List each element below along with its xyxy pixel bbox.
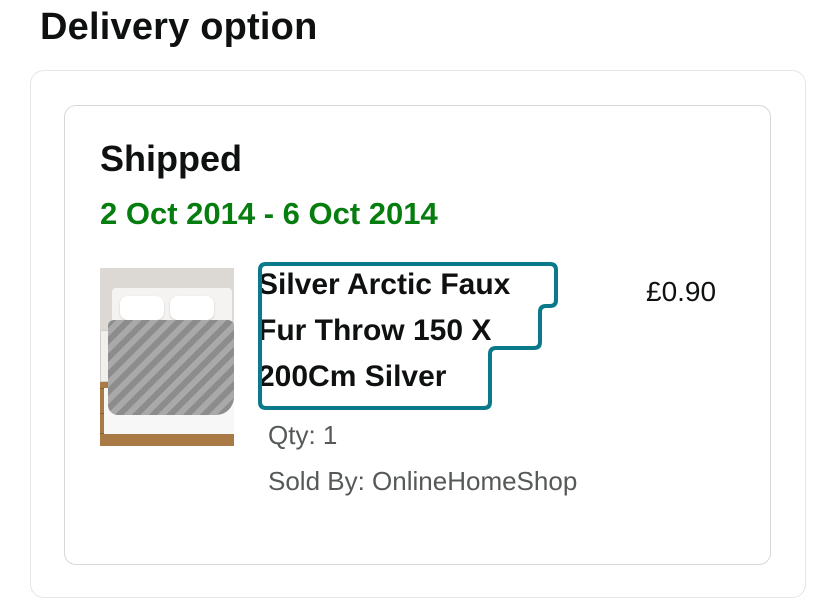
product-title-link[interactable]: Silver Arctic Faux Fur Throw 150 X 200Cm… xyxy=(258,262,558,400)
product-thumbnail[interactable] xyxy=(100,268,234,446)
shipment-status: Shipped xyxy=(100,138,242,179)
item-quantity: Qty: 1 xyxy=(268,420,338,450)
delivery-dates: 2 Oct 2014 - 6 Oct 2014 xyxy=(100,196,438,231)
seller-name: Sold By: OnlineHomeShop xyxy=(268,466,578,496)
item-price: £0.90 xyxy=(646,276,717,307)
section-title: Delivery option xyxy=(40,6,318,48)
thumb-throw xyxy=(108,320,234,415)
thumb-pillow xyxy=(170,296,214,320)
thumb-pillow xyxy=(120,296,164,320)
